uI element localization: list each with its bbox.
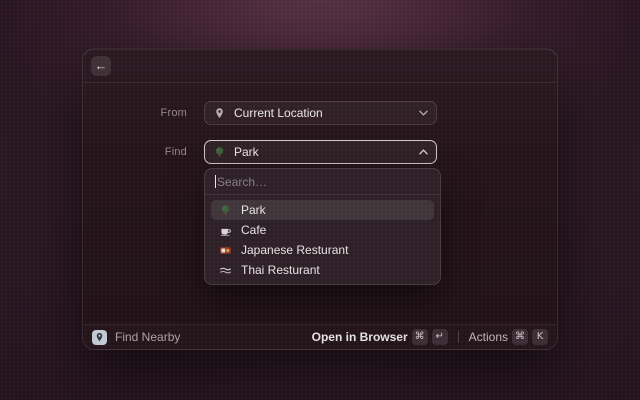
text-caret bbox=[215, 175, 216, 188]
launcher-window: ← From Current Location Find Park bbox=[82, 48, 558, 350]
option-park[interactable]: Park bbox=[211, 200, 434, 220]
actions-button[interactable]: Actions bbox=[469, 330, 508, 344]
options-list: Park Cafe Japanese Resturant Thai Restur… bbox=[205, 195, 440, 285]
search-input[interactable]: Search… bbox=[205, 169, 440, 195]
from-select[interactable]: Current Location bbox=[204, 101, 437, 125]
footer-divider bbox=[458, 331, 459, 343]
location-pin-icon bbox=[213, 107, 226, 120]
footer-bar: Find Nearby Open in Browser ⌘ ↵ Actions … bbox=[83, 324, 557, 349]
bento-icon bbox=[219, 244, 232, 257]
form-row-from: From Current Location bbox=[83, 101, 557, 125]
option-cafe[interactable]: Cafe bbox=[211, 220, 434, 240]
form: From Current Location Find Park bbox=[83, 83, 557, 164]
option-thai-resturant[interactable]: Thai Resturant bbox=[211, 260, 434, 280]
noodles-icon bbox=[219, 264, 232, 277]
open-in-browser-button[interactable]: Open in Browser bbox=[312, 330, 408, 344]
option-label: Thai Resturant bbox=[241, 263, 320, 277]
window-header: ← bbox=[83, 49, 557, 83]
return-key-badge: ↵ bbox=[432, 329, 448, 345]
from-label: From bbox=[83, 107, 187, 119]
back-button[interactable]: ← bbox=[91, 56, 111, 76]
open-in-browser-action[interactable]: Open in Browser ⌘ ↵ bbox=[312, 329, 448, 345]
find-label: Find bbox=[83, 146, 187, 158]
coffee-icon bbox=[219, 224, 232, 237]
cmd-key-badge: ⌘ bbox=[412, 329, 428, 345]
footer-app-name: Find Nearby bbox=[115, 330, 180, 344]
search-placeholder: Search… bbox=[217, 175, 267, 189]
k-key-badge: K bbox=[532, 329, 548, 345]
find-dropdown-panel: Search… Park Cafe Japanese Resturant bbox=[204, 168, 441, 285]
chevron-up-icon bbox=[419, 149, 428, 155]
find-select[interactable]: Park bbox=[204, 140, 437, 164]
actions-action[interactable]: Actions ⌘ K bbox=[469, 329, 548, 345]
tree-icon bbox=[213, 146, 226, 159]
find-value: Park bbox=[234, 145, 259, 159]
tree-icon bbox=[219, 204, 232, 217]
option-label: Park bbox=[241, 203, 266, 217]
option-label: Cafe bbox=[241, 223, 266, 237]
form-row-find: Find Park bbox=[83, 140, 557, 164]
find-nearby-app-icon bbox=[92, 330, 107, 345]
from-value: Current Location bbox=[234, 106, 323, 120]
cmd-key-badge: ⌘ bbox=[512, 329, 528, 345]
option-japanese-resturant[interactable]: Japanese Resturant bbox=[211, 240, 434, 260]
option-label: Japanese Resturant bbox=[241, 243, 348, 257]
chevron-down-icon bbox=[419, 110, 428, 116]
